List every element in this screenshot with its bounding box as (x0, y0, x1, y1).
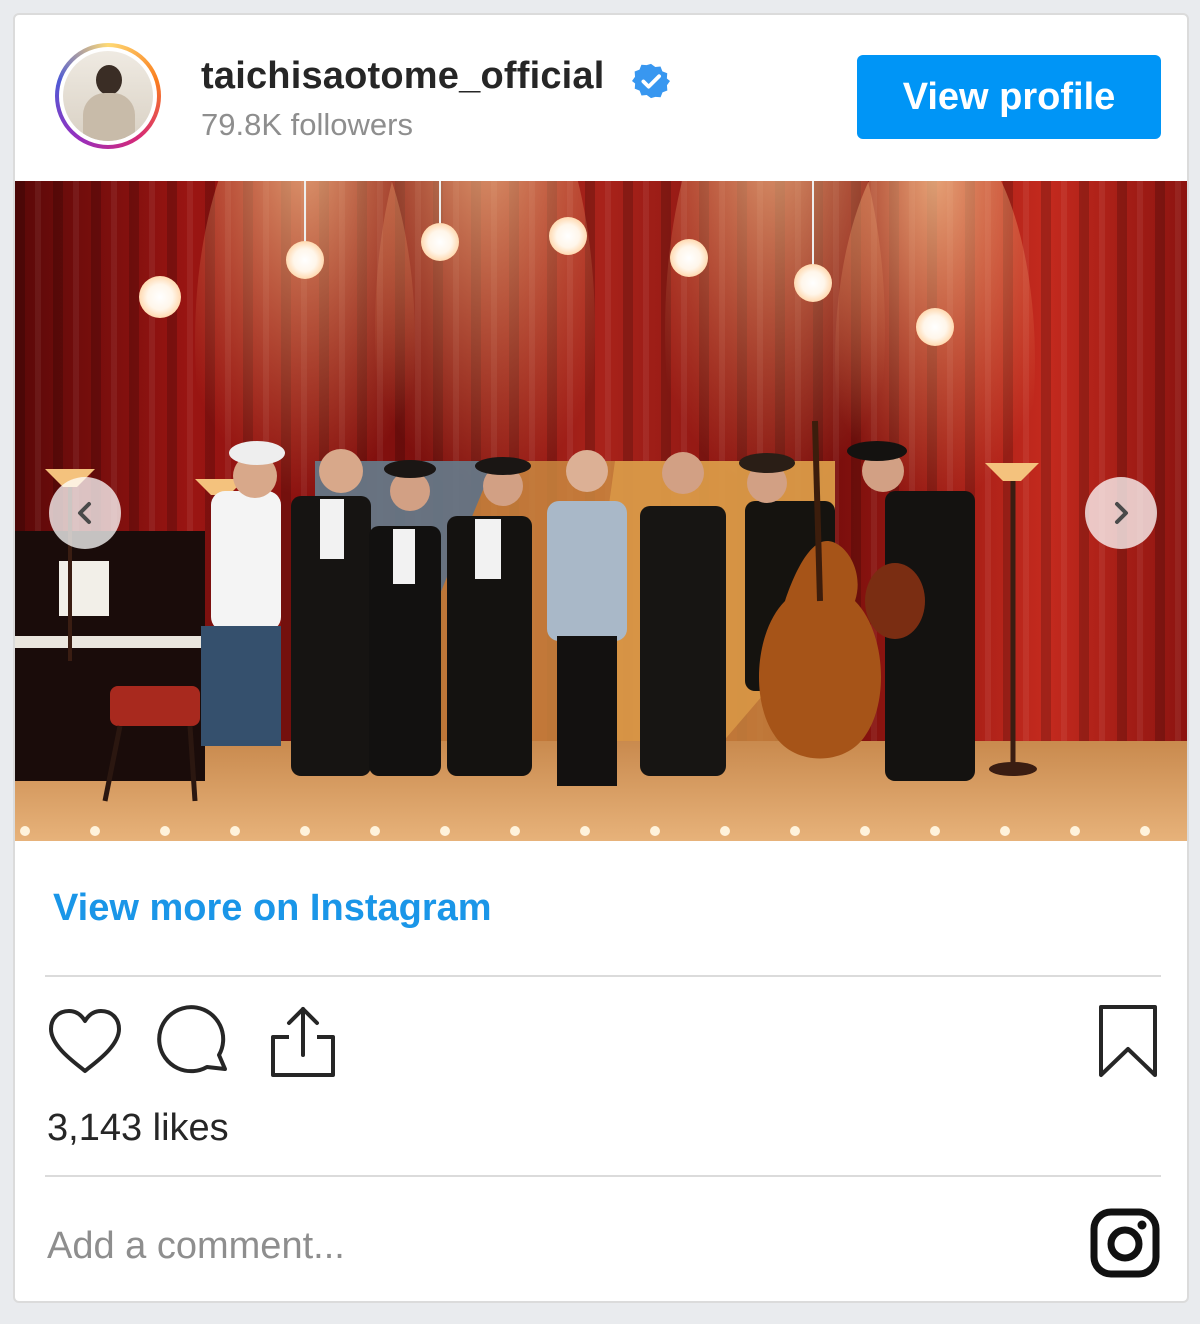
divider (45, 1175, 1161, 1177)
share-icon[interactable] (267, 1003, 339, 1081)
view-more-link[interactable]: View more on Instagram (53, 887, 492, 930)
profile-avatar[interactable] (55, 43, 161, 149)
view-profile-button[interactable]: View profile (857, 55, 1161, 139)
instagram-logo-icon[interactable] (1089, 1207, 1161, 1279)
follower-count: 79.8K followers (201, 107, 413, 142)
like-count[interactable]: 3,143 likes (47, 1107, 229, 1150)
previous-image-button[interactable] (49, 477, 121, 549)
divider (45, 975, 1161, 977)
bookmark-icon[interactable] (1095, 1003, 1161, 1081)
next-image-button[interactable] (1085, 477, 1157, 549)
heart-icon[interactable] (47, 1007, 123, 1077)
instagram-embed-card: taichisaotome_official 79.8K followers V… (13, 13, 1189, 1303)
chevron-left-icon (78, 502, 91, 524)
verified-badge-icon (632, 63, 670, 99)
username[interactable]: taichisaotome_official (201, 55, 605, 98)
comment-input[interactable] (45, 1213, 1049, 1279)
comment-icon[interactable] (155, 1003, 233, 1081)
chevron-right-icon (1115, 502, 1128, 524)
post-header: taichisaotome_official 79.8K followers V… (15, 15, 1187, 183)
post-image[interactable] (15, 181, 1187, 841)
stage-photo (15, 181, 1187, 841)
avatar-photo (63, 51, 153, 141)
